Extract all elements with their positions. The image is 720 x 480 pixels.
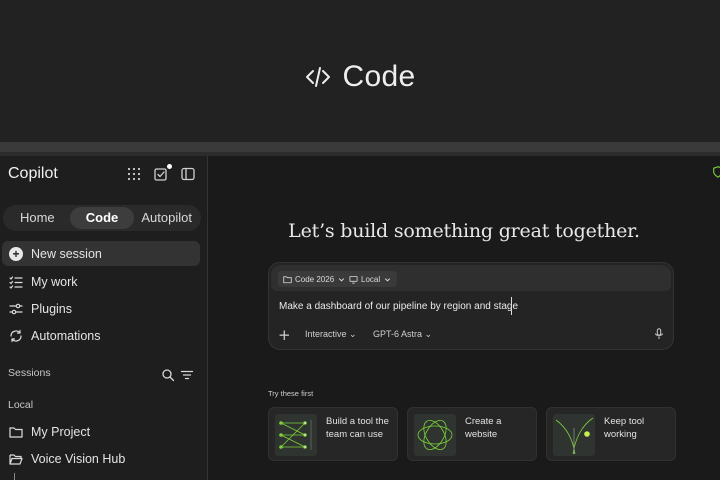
folder-open-icon (9, 453, 23, 465)
shield-icon (713, 166, 720, 178)
folder-voice-vision-hub[interactable]: Voice Vision Hub (2, 446, 200, 471)
card-text: Create a website (465, 416, 502, 440)
filter-icon[interactable] (180, 367, 194, 381)
tree-connector (14, 473, 15, 480)
app-window: Copilot Home Code Autopilot + New sessio… (0, 156, 720, 480)
monitor-icon (349, 275, 358, 284)
folder-icon (9, 426, 23, 438)
microphone-icon[interactable] (654, 328, 664, 340)
banner: Code (0, 0, 720, 142)
suggestions-label: Try these first (268, 389, 314, 398)
sliders-icon (9, 303, 23, 314)
page-headline: Let’s build something great together. (288, 220, 640, 242)
nav-my-work[interactable]: My work (2, 269, 200, 294)
add-attachment-icon[interactable]: + (278, 326, 291, 344)
trajectory-arcs-icon (555, 417, 594, 455)
checklist-icon (9, 275, 23, 289)
tab-home[interactable]: Home (5, 207, 70, 229)
model-dropdown-label: GPT-6 Astra (373, 329, 423, 339)
composer-toolbar: + Interactive ⌄ GPT-6 Astra ⌄ (269, 326, 675, 345)
suggestion-card-build-tool[interactable]: Build a tool the team can use (268, 407, 398, 461)
banner-title-text: Code (342, 60, 416, 93)
local-label: Local (8, 399, 34, 411)
nav-automations[interactable]: Automations (2, 323, 200, 348)
location-chip-label: Local (361, 274, 381, 284)
location-chip[interactable]: Local (344, 271, 398, 287)
tasks-check-icon[interactable] (153, 164, 172, 182)
plus-circle-icon: + (9, 246, 23, 261)
suggestion-card-create-website[interactable]: Create a website (407, 407, 537, 461)
folder-my-project[interactable]: My Project (2, 419, 200, 444)
tab-code[interactable]: Code (69, 207, 135, 229)
text-cursor (511, 297, 512, 315)
banner-title: Code (0, 60, 720, 94)
nav-automations-label: Automations (31, 328, 101, 343)
orbit-ellipses-icon (417, 420, 453, 450)
tab-autopilot[interactable]: Autopilot (134, 207, 199, 229)
sidebar-toggle-icon[interactable] (180, 166, 196, 182)
prompt-composer: Code 2026 Local Make a dashboard of our … (268, 262, 674, 350)
chevron-down-icon (385, 277, 391, 282)
suggestion-card-keep-tool-working[interactable]: Keep tool working (546, 407, 676, 461)
app-title: Copilot (8, 165, 58, 182)
project-chip[interactable]: Code 2026 (278, 271, 352, 287)
grid-icon[interactable] (126, 166, 142, 182)
card-text: Build a tool the team can use (326, 416, 389, 440)
network-graph-icon (279, 420, 312, 450)
nav-new-session-label: New session (31, 246, 102, 261)
main-panel: Let’s build something great together. Co… (208, 156, 720, 480)
loop-arrows-icon (10, 329, 22, 342)
card-thumbnail (414, 414, 456, 456)
nav-my-work-label: My work (31, 274, 78, 289)
card-thumbnail (275, 414, 317, 456)
nav-new-session[interactable]: + New session (2, 241, 200, 266)
search-icon[interactable] (161, 367, 175, 382)
folder-my-project-label: My Project (31, 424, 91, 439)
project-chip-label: Code 2026 (295, 274, 335, 284)
nav-plugins[interactable]: Plugins (2, 296, 200, 321)
sidebar: Copilot Home Code Autopilot + New sessio… (0, 156, 208, 480)
mode-tabs: Home Code Autopilot (3, 205, 201, 231)
prompt-input[interactable]: Make a dashboard of our pipeline by regi… (279, 301, 518, 312)
composer-context-bar: Code 2026 Local (271, 265, 671, 291)
folder-voice-vision-hub-label: Voice Vision Hub (31, 451, 126, 466)
notification-dot (167, 164, 172, 169)
mode-dropdown[interactable]: Interactive ⌄ (305, 329, 357, 340)
card-thumbnail (553, 414, 595, 456)
sessions-label: Sessions (8, 367, 51, 379)
mode-dropdown-label: Interactive (305, 329, 347, 339)
model-dropdown[interactable]: GPT-6 Astra ⌄ (373, 329, 432, 340)
card-text: Keep tool working (604, 416, 645, 440)
folder-icon (283, 275, 292, 283)
nav-plugins-label: Plugins (31, 301, 72, 316)
code-brackets-icon (305, 67, 330, 87)
